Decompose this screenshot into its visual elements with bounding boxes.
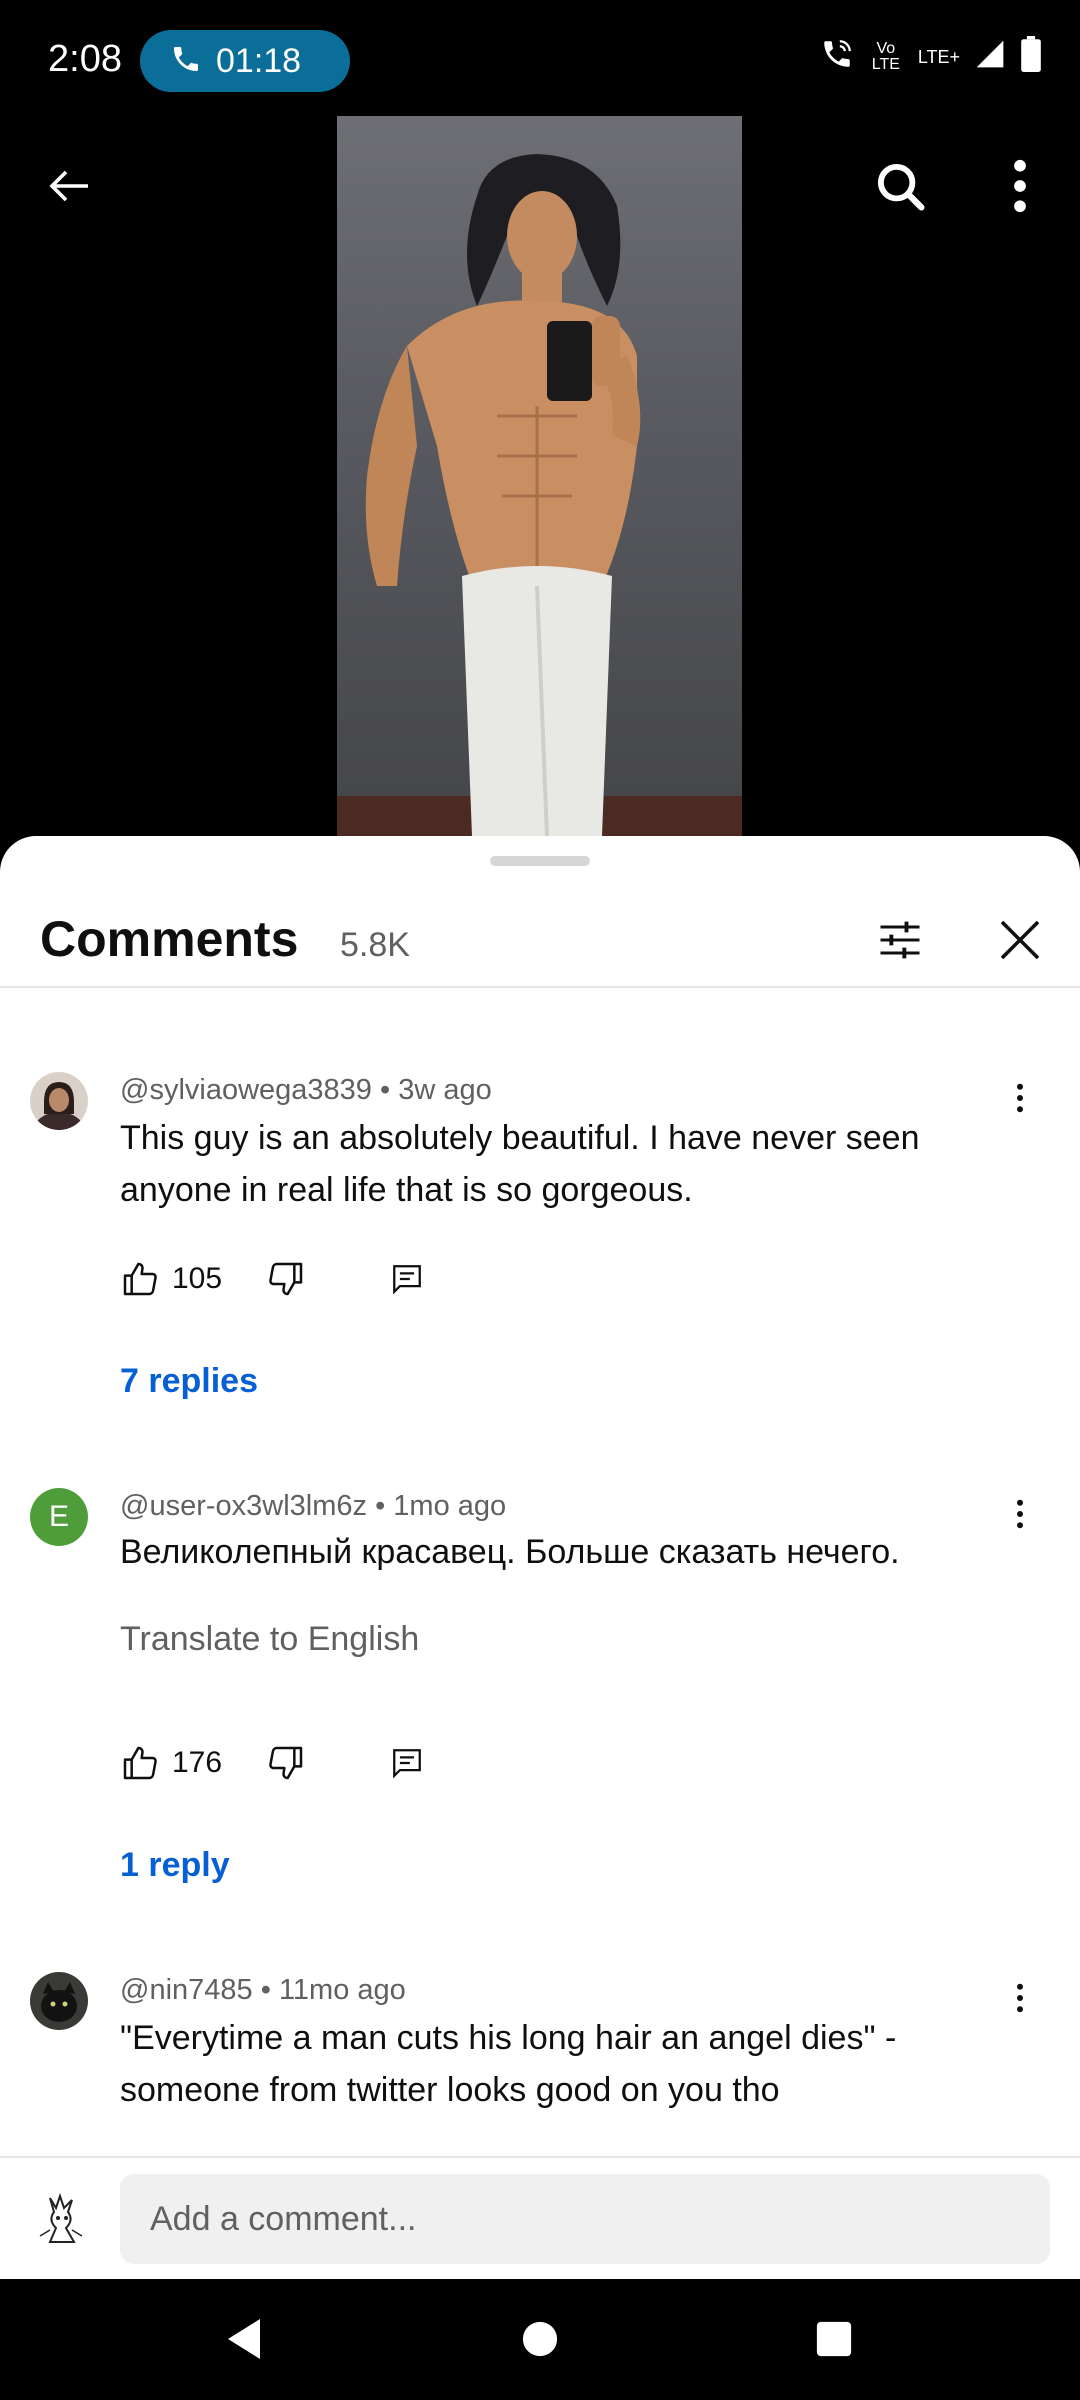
comment-meta: @user-ox3wl3lm6z • 1mo ago xyxy=(120,1490,507,1522)
like-button[interactable]: 105 xyxy=(120,1259,222,1299)
dislike-button[interactable] xyxy=(266,1259,306,1299)
comment-actions: 176 xyxy=(120,1738,424,1788)
comment-author[interactable]: @user-ox3wl3lm6z xyxy=(120,1490,367,1522)
sketch-avatar-icon xyxy=(39,2192,83,2243)
avatar[interactable]: E xyxy=(30,1488,88,1546)
video-player[interactable] xyxy=(0,116,1080,836)
comment-age: 1mo ago xyxy=(393,1490,507,1522)
comment-text: "Everytime a man cuts his long hair an a… xyxy=(120,2019,897,2109)
system-nav-bar xyxy=(0,2279,1080,2400)
like-count: 105 xyxy=(172,1262,223,1295)
video-thumbnail xyxy=(337,116,742,836)
more-vertical-icon xyxy=(1017,1083,1023,1113)
drag-handle[interactable] xyxy=(490,856,590,866)
reply-button[interactable] xyxy=(390,1746,424,1780)
comment-meta: @nin7485 • 11mo ago xyxy=(120,1974,406,2006)
arrow-left-icon xyxy=(49,170,88,202)
status-icons: Vo LTE LTE+ xyxy=(820,36,1042,77)
like-button[interactable]: 176 xyxy=(120,1743,222,1783)
overflow-menu-button[interactable] xyxy=(980,146,1060,226)
more-vertical-icon xyxy=(1014,159,1026,213)
dislike-button[interactable] xyxy=(266,1743,306,1783)
comment-text: Великолепный красавец. Больше сказать не… xyxy=(120,1533,900,1571)
square-recents-icon xyxy=(816,2321,852,2357)
comments-sheet: Comments 5.8K @sylviaowega3839 • 3w ago xyxy=(0,836,1080,2279)
tune-icon xyxy=(880,921,920,959)
avatar[interactable] xyxy=(30,1072,88,1130)
close-icon xyxy=(1000,920,1040,960)
thumb-down-icon xyxy=(269,1746,303,1780)
thumb-down-icon xyxy=(269,1262,303,1296)
call-duration: 01:18 xyxy=(216,41,302,80)
search-button[interactable] xyxy=(860,146,940,226)
like-count: 176 xyxy=(172,1746,223,1779)
comment-more-button[interactable] xyxy=(1000,1968,1040,2028)
nav-home-button[interactable] xyxy=(510,2309,570,2369)
comment-icon xyxy=(393,1749,421,1779)
comment-icon xyxy=(393,1265,421,1295)
circle-home-icon xyxy=(522,2321,558,2357)
wifi-calling-icon xyxy=(820,37,854,76)
comments-header: Comments 5.8K xyxy=(0,896,1080,988)
comments-count: 5.8K xyxy=(340,926,410,964)
comment-actions: 105 xyxy=(120,1254,424,1304)
battery-icon xyxy=(1020,36,1042,77)
filter-button[interactable] xyxy=(862,902,938,978)
comment-age: 3w ago xyxy=(398,1074,492,1106)
signal-icon xyxy=(974,38,1006,75)
status-time: 2:08 xyxy=(48,38,122,80)
volte-indicator: Vo LTE xyxy=(871,39,900,73)
comment-more-button[interactable] xyxy=(1000,1068,1040,1128)
comment-author[interactable]: @nin7485 xyxy=(120,1974,253,2006)
view-replies-link[interactable]: 7 replies xyxy=(120,1362,258,1401)
avatar[interactable] xyxy=(30,1972,88,2030)
triangle-back-icon xyxy=(228,2319,260,2359)
thumb-up-icon xyxy=(123,1262,157,1296)
status-bar: 2:08 01:18 Vo LTE LTE+ xyxy=(0,0,1080,116)
view-replies-link[interactable]: 1 reply xyxy=(120,1846,230,1885)
comments-title: Comments xyxy=(40,911,299,967)
comment-author[interactable]: @sylviaowega3839 xyxy=(120,1074,372,1106)
lte-indicator: LTE+ xyxy=(917,46,960,67)
comment-more-button[interactable] xyxy=(1000,1484,1040,1544)
comment-text: This guy is an absolutely beautiful. I h… xyxy=(120,1119,920,1209)
add-comment-input[interactable] xyxy=(120,2174,1050,2264)
comment-age: 11mo ago xyxy=(278,1974,406,2006)
avatar-letter: E xyxy=(48,1500,69,1533)
my-avatar[interactable] xyxy=(30,2186,92,2248)
comment-meta: @sylviaowega3839 • 3w ago xyxy=(120,1074,492,1106)
back-button[interactable] xyxy=(30,146,110,226)
close-button[interactable] xyxy=(982,902,1058,978)
more-vertical-icon xyxy=(1017,1499,1023,1529)
reply-button[interactable] xyxy=(390,1262,424,1296)
translate-link[interactable]: Translate to English xyxy=(120,1620,419,1659)
nav-recents-button[interactable] xyxy=(804,2309,864,2369)
add-comment-bar xyxy=(0,2156,1080,2279)
ongoing-call-pill[interactable]: 01:18 xyxy=(140,30,350,92)
nav-back-button[interactable] xyxy=(214,2309,274,2369)
phone-icon xyxy=(170,43,202,80)
search-icon xyxy=(877,163,925,211)
thumb-up-icon xyxy=(123,1746,157,1780)
more-vertical-icon xyxy=(1017,1983,1023,2013)
